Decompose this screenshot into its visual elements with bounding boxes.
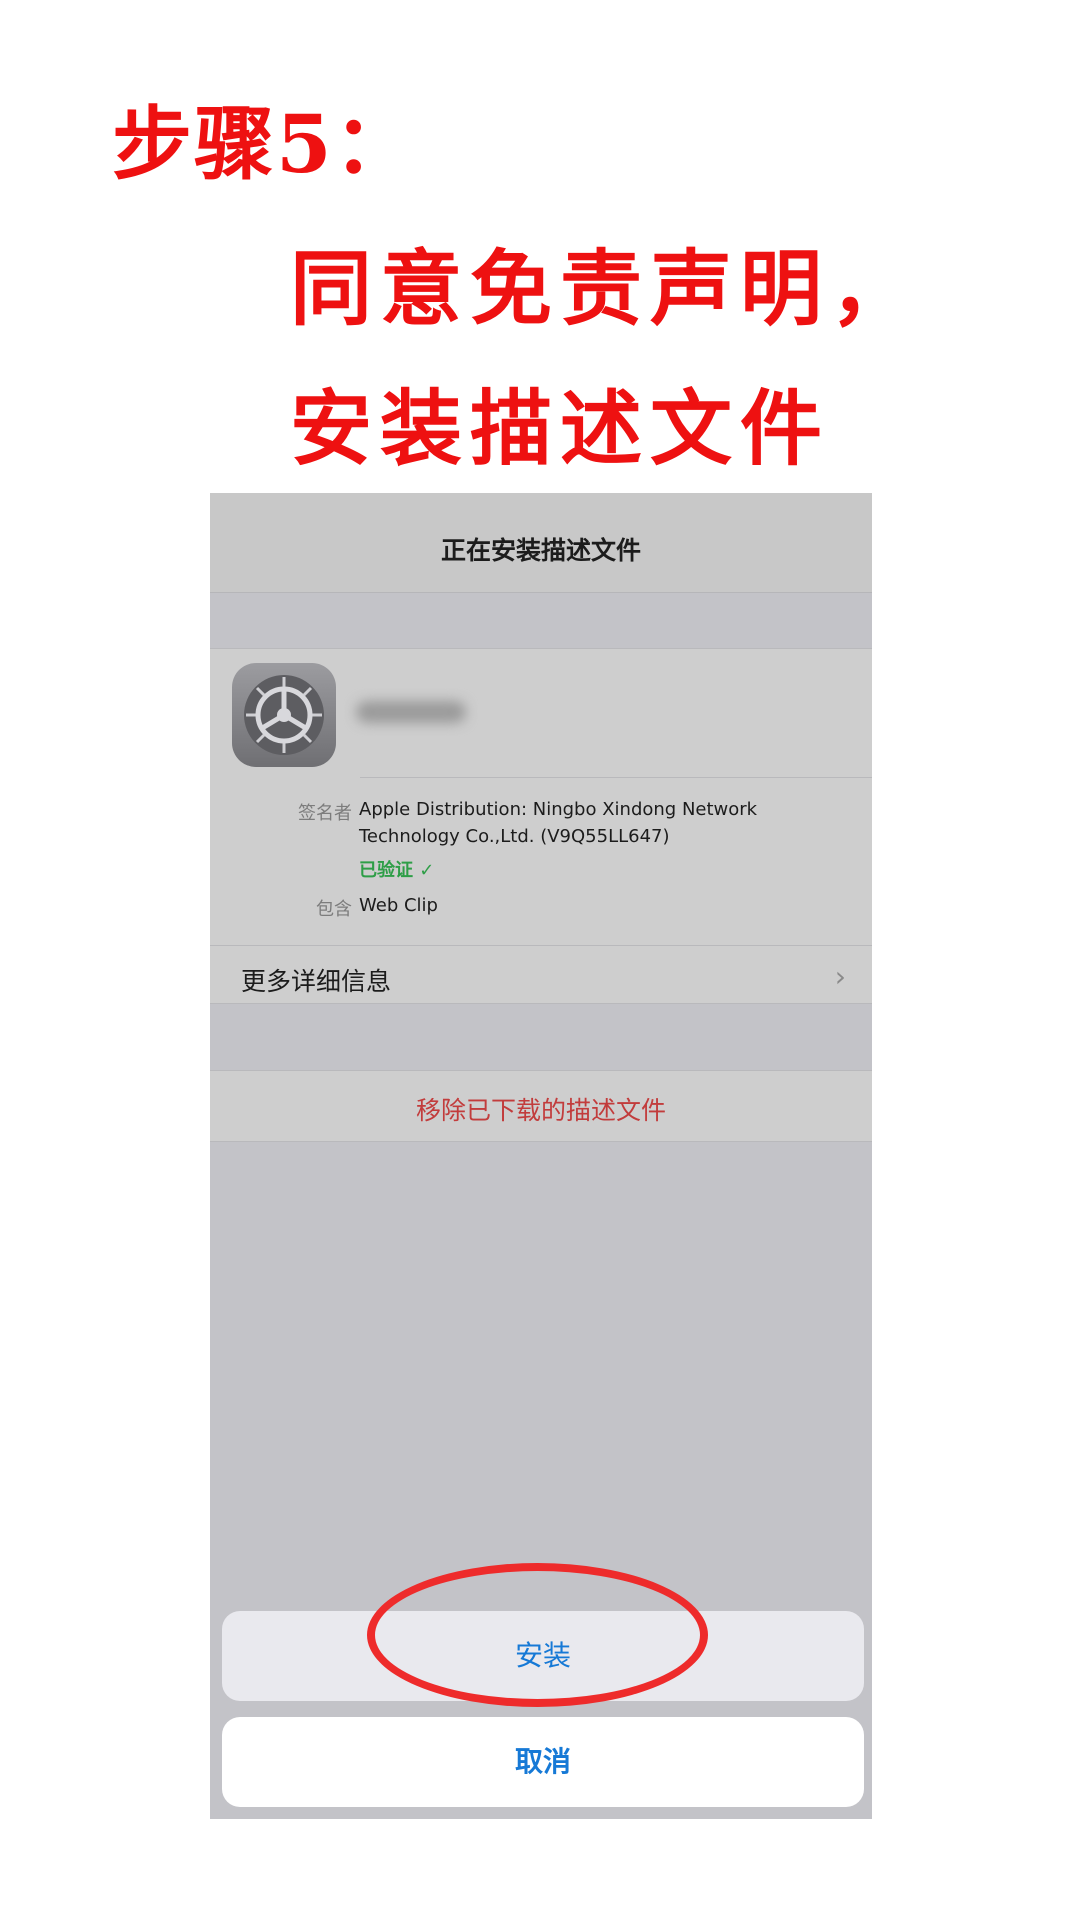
highlight-circle-annotation (367, 1563, 708, 1707)
remove-profile-label: 移除已下载的描述文件 (415, 1096, 666, 1125)
profile-header (210, 649, 872, 777)
step-title: 步骤5： (112, 97, 416, 191)
tutorial-page: 步骤5： 同意免责声明， 安装描述文件 正在安装描述文件 签名者 Apple D… (0, 0, 1080, 1920)
contains-value: Web Clip (359, 895, 438, 916)
divider (360, 777, 872, 778)
cancel-button[interactable]: 取消 (222, 1717, 864, 1807)
chevron-right-icon: › (834, 960, 846, 993)
signer-label: 签名者 (298, 803, 352, 824)
nav-bar: 正在安装描述文件 (210, 493, 872, 593)
settings-gear-icon (232, 663, 336, 767)
more-details-row[interactable]: 更多详细信息 › (210, 945, 872, 1005)
verified-status: 已验证 ✓ (359, 860, 435, 881)
instruction-line-1: 同意免责声明， (290, 241, 921, 337)
contains-label: 包含 (316, 899, 352, 920)
profile-name-blurred (356, 701, 466, 723)
profile-card: 签名者 Apple Distribution: Ningbo Xindong N… (210, 648, 872, 1004)
signer-value-line-2: Technology Co.,Ltd. (V9Q55LL647) (359, 826, 670, 847)
more-details-label: 更多详细信息 (241, 967, 392, 996)
nav-title: 正在安装描述文件 (440, 536, 641, 565)
signer-value-line-1: Apple Distribution: Ningbo Xindong Netwo… (359, 799, 758, 820)
remove-profile-button[interactable]: 移除已下载的描述文件 (210, 1070, 872, 1142)
instruction-line-2: 安装描述文件 (290, 381, 831, 477)
